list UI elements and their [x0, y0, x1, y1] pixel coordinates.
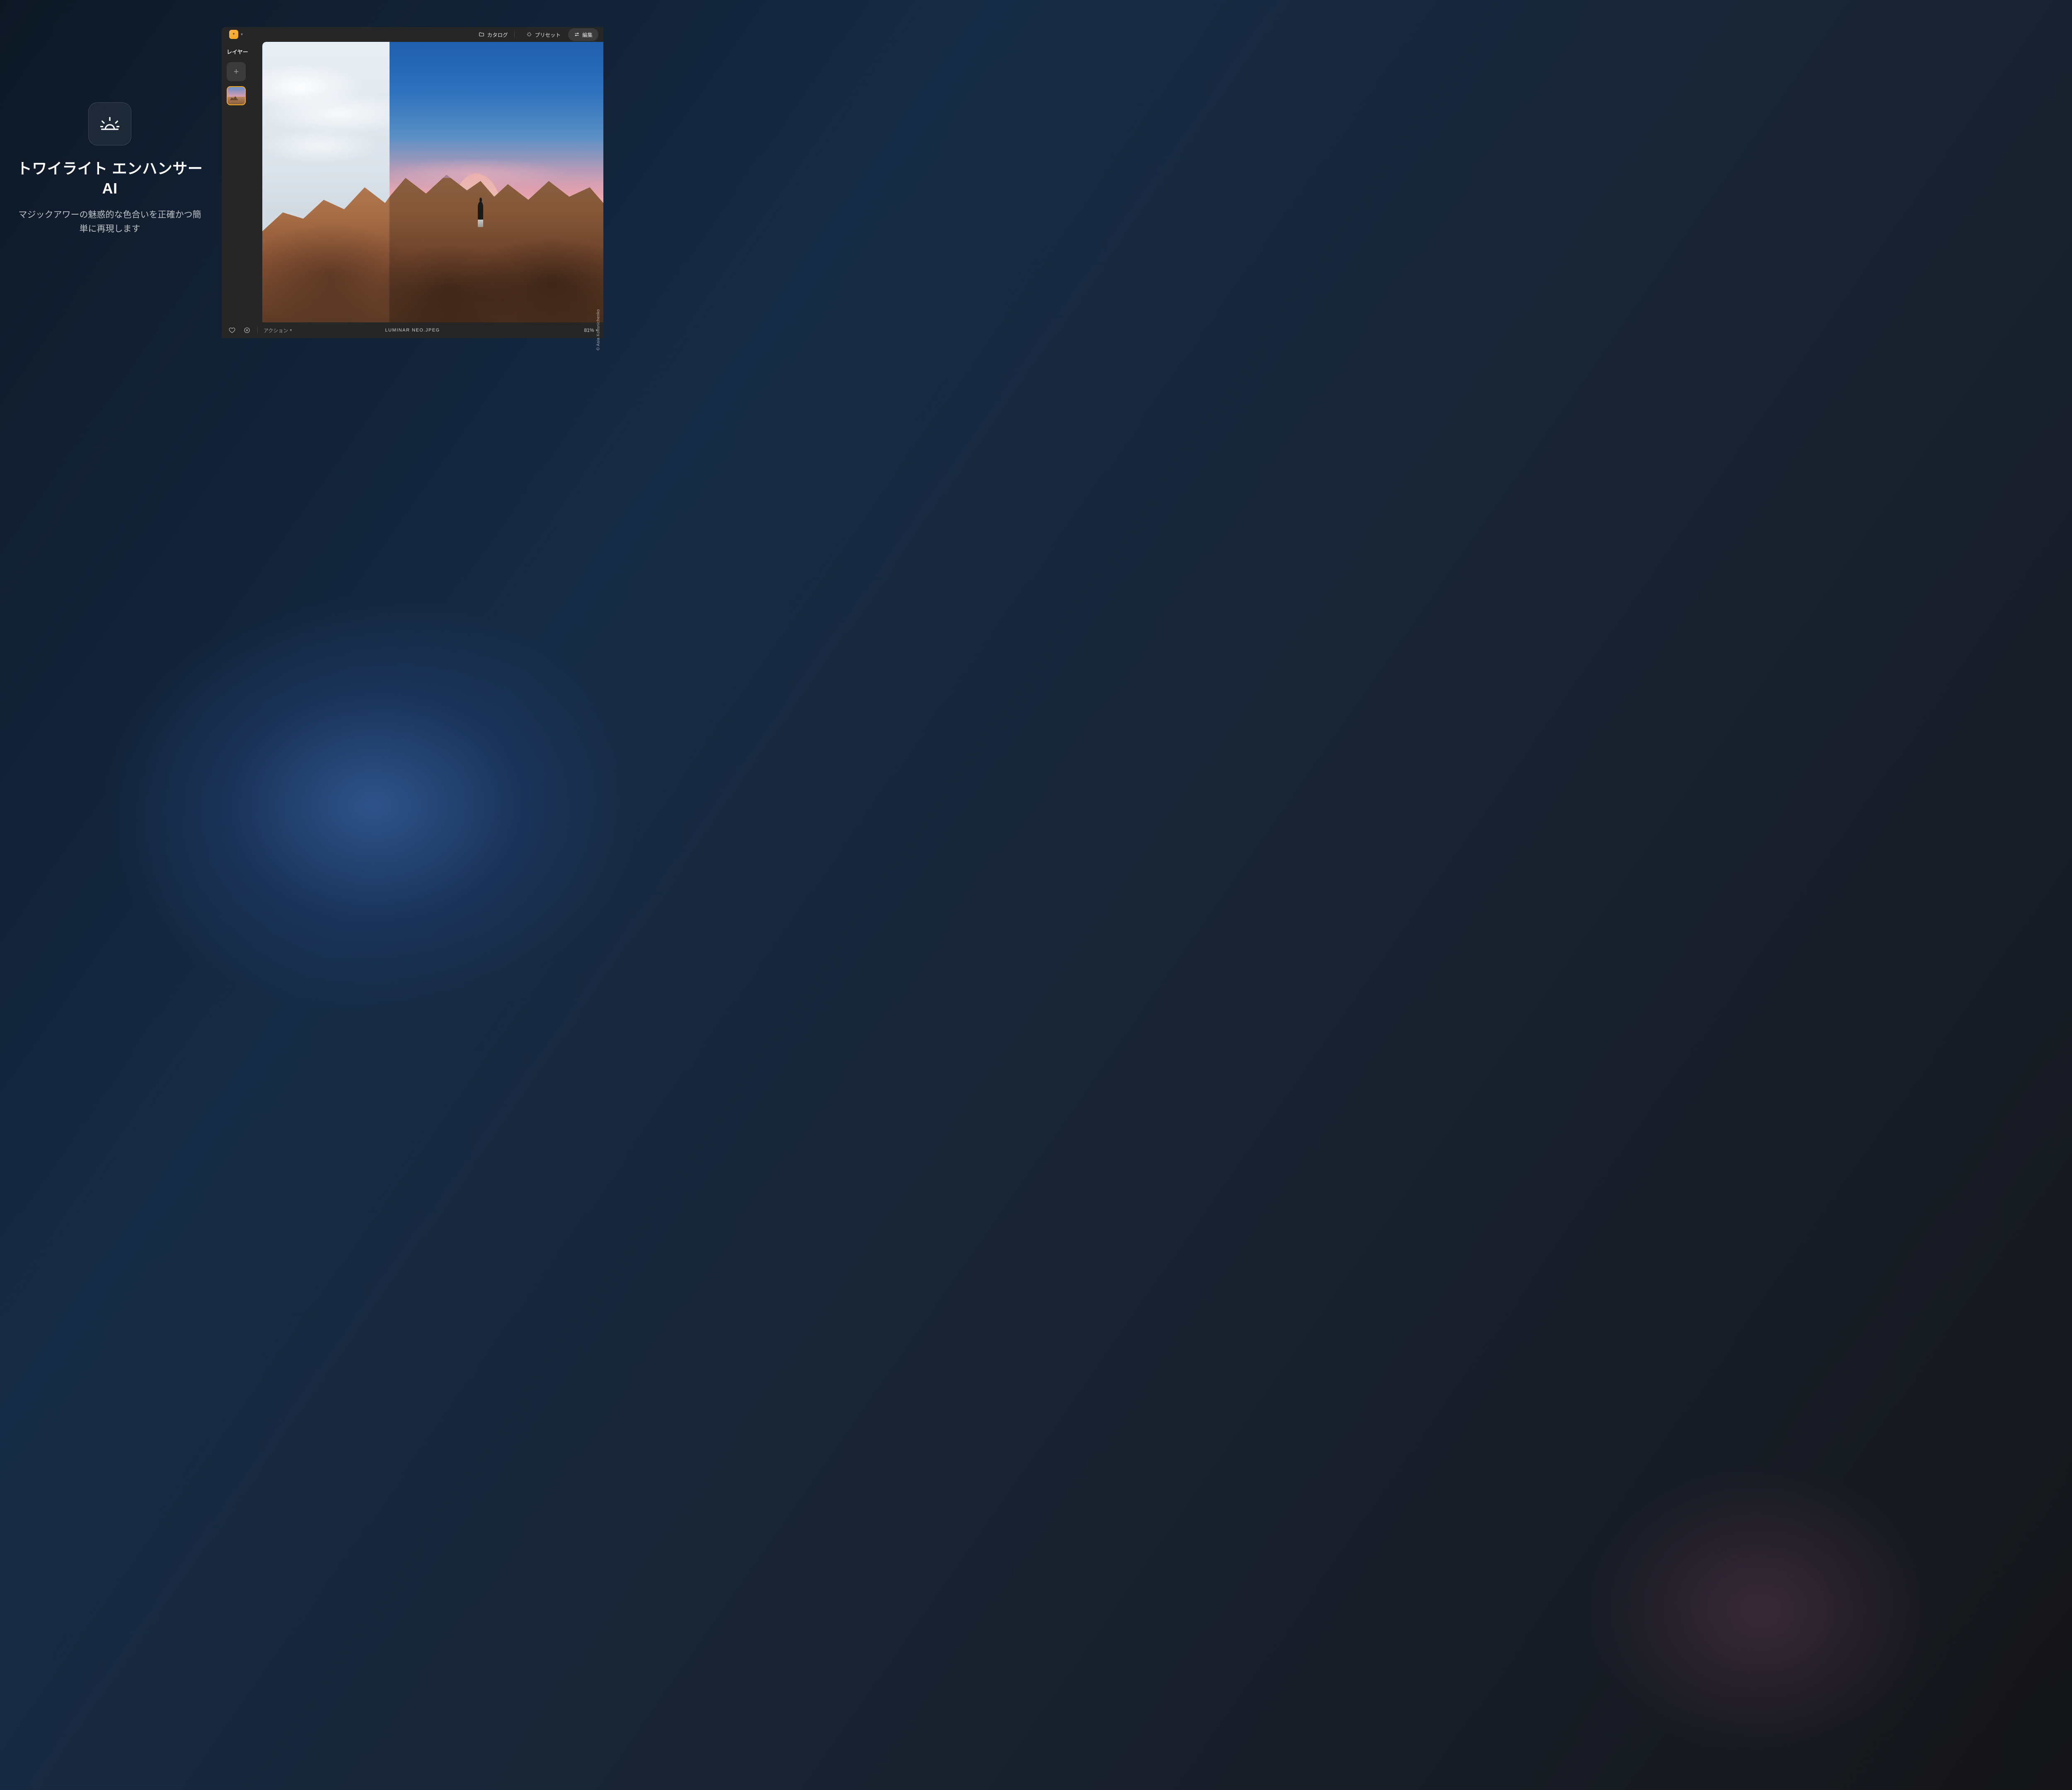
app-logo-icon: [229, 30, 238, 39]
workspace: レイヤー +: [222, 42, 603, 322]
bottom-toolbar: アクション ▾ LUMINAR NEO.JPEG 81% ▾: [222, 322, 603, 338]
top-toolbar: ▾ カタログ プリセット 編集: [222, 27, 603, 42]
sliders-icon: [574, 31, 580, 37]
nav-edit-label: 編集: [582, 31, 593, 39]
canvas-area: [262, 42, 603, 322]
reject-button[interactable]: [242, 326, 252, 335]
layers-title: レイヤー: [227, 48, 259, 56]
layers-panel: レイヤー +: [222, 42, 262, 322]
actions-menu[interactable]: アクション ▾: [264, 327, 292, 334]
filename-display: LUMINAR NEO.JPEG: [385, 328, 440, 333]
promo-subtitle: マジックアワーの魅惑的な色合いを正確かつ簡単に再現します: [17, 208, 203, 236]
add-layer-button[interactable]: +: [227, 62, 246, 81]
heart-icon: [229, 327, 235, 334]
layer-thumbnail[interactable]: [227, 86, 246, 105]
app-window: ▾ カタログ プリセット 編集 レイヤー +: [222, 27, 603, 338]
nav-presets-label: プリセット: [535, 31, 561, 39]
photo-compare: [262, 42, 603, 322]
chevron-down-icon: ▾: [290, 328, 292, 333]
nav-catalog-label: カタログ: [487, 31, 508, 39]
promo-panel: トワイライト エンハンサーAI マジックアワーの魅惑的な色合いを正確かつ簡単に再…: [0, 0, 220, 338]
chevron-down-icon: ▾: [241, 32, 243, 37]
close-circle-icon: [244, 327, 250, 334]
nav-edit[interactable]: 編集: [568, 28, 598, 41]
favorite-button[interactable]: [228, 326, 237, 335]
nav-presets[interactable]: プリセット: [522, 29, 565, 41]
folder-icon: [479, 31, 484, 37]
app-menu-button[interactable]: ▾: [227, 28, 245, 41]
photo-credit: © Asia Kolisnichenko: [596, 309, 601, 351]
image-canvas[interactable]: [262, 42, 603, 322]
sunrise-icon: [99, 113, 121, 135]
sparkle-icon: [526, 31, 532, 37]
person-silhouette: [478, 202, 483, 220]
plus-icon: +: [234, 67, 239, 76]
zoom-value: 81%: [584, 327, 594, 333]
nav-catalog[interactable]: カタログ: [474, 29, 519, 41]
promo-icon-box: [88, 102, 131, 145]
separator: [257, 327, 258, 334]
zoom-control[interactable]: 81% ▾: [584, 327, 598, 333]
promo-title: トワイライト エンハンサーAI: [17, 159, 203, 199]
actions-label: アクション: [264, 327, 288, 334]
